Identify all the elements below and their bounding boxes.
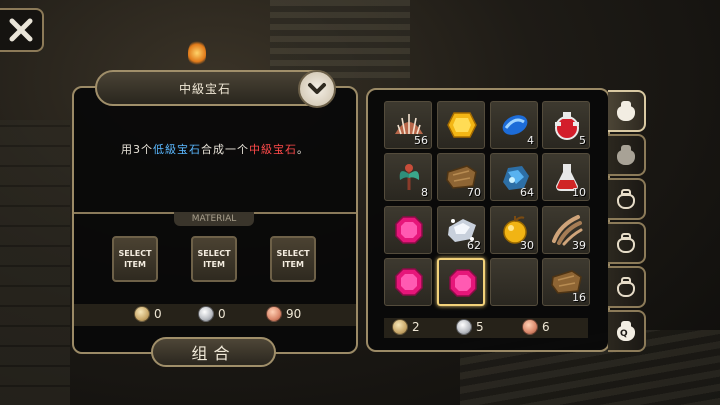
bag-icon <box>614 232 638 254</box>
low-gem-name: 低級宝石 <box>153 143 201 156</box>
recipe-dropdown-button[interactable] <box>298 70 336 108</box>
copper-cost-value: 90 <box>286 307 302 321</box>
inventory-slot-empty[interactable] <box>490 258 538 306</box>
copper-coin-icon <box>266 306 282 322</box>
combine-label: 组合 <box>191 344 236 363</box>
slot-label-line2: ITEM <box>282 260 304 269</box>
recipe-title: 中級宝石 <box>178 81 231 96</box>
item-count: 5 <box>579 134 586 147</box>
item-count: 56 <box>414 134 428 147</box>
close-button[interactable] <box>0 8 44 52</box>
item-count: 64 <box>520 186 534 199</box>
item-count: 10 <box>572 186 586 199</box>
inventory-tab-4[interactable] <box>608 222 646 264</box>
inventory-slot[interactable]: 56 <box>384 101 432 149</box>
bag-icon <box>614 276 638 298</box>
inventory-tab-6[interactable]: Q <box>608 310 646 352</box>
inventory-tab-2[interactable] <box>608 134 646 176</box>
copper-cost: 90 <box>266 306 301 322</box>
slot-label-line2: ITEM <box>124 260 146 269</box>
inventory-slot[interactable]: 16 <box>542 258 590 306</box>
gold-coin-icon <box>134 306 150 322</box>
material-label: MATERIAL <box>174 212 254 226</box>
gold-cost-value: 0 <box>154 307 162 321</box>
inventory-slot[interactable]: 39 <box>542 206 590 254</box>
gold-coin-icon <box>392 319 408 335</box>
item-count: 8 <box>421 186 428 199</box>
item-count: 62 <box>467 239 481 252</box>
recipe-description: 用3个低級宝石合成一个中級宝石。 <box>72 141 358 157</box>
inventory-slot[interactable]: 8 <box>384 153 432 201</box>
inventory-slot[interactable] <box>384 206 432 254</box>
silver-cost-value: 0 <box>218 307 226 321</box>
gold-cost: 0 <box>134 306 162 322</box>
bag-icon <box>614 144 638 166</box>
inventory-gold: 2 <box>392 319 420 335</box>
description-prefix: 用3个 <box>121 143 153 156</box>
pink-gem-icon <box>446 266 480 300</box>
slot-label-line1: SELECT <box>118 249 152 258</box>
inventory-slot[interactable]: 64 <box>490 153 538 201</box>
background-stairs <box>270 0 410 80</box>
item-count: 4 <box>527 134 534 147</box>
torch-flame <box>188 40 206 66</box>
yellow-gem-icon <box>445 108 479 142</box>
description-middle: 合成一个 <box>201 143 249 156</box>
material-slot-3[interactable]: SELECT ITEM <box>270 236 316 282</box>
silver-cost: 0 <box>198 306 226 322</box>
inventory-slot[interactable] <box>437 258 485 306</box>
inventory-silver-value: 5 <box>476 320 484 334</box>
bag-icon <box>614 188 638 210</box>
pink-gem-icon <box>392 265 426 299</box>
slot-label-line1: SELECT <box>276 249 310 258</box>
inventory-slot[interactable] <box>384 258 432 306</box>
silver-coin-icon <box>198 306 214 322</box>
slot-label-line2: ITEM <box>203 260 225 269</box>
material-slot-2[interactable]: SELECT ITEM <box>191 236 237 282</box>
copper-coin-icon <box>522 319 538 335</box>
inventory-slot[interactable]: 70 <box>437 153 485 201</box>
description-suffix: 。 <box>297 143 309 156</box>
inventory-slot[interactable]: 5 <box>542 101 590 149</box>
item-count: 70 <box>467 186 481 199</box>
quest-bag-icon: Q <box>614 320 638 342</box>
inventory-silver: 5 <box>456 319 484 335</box>
material-slot-1[interactable]: SELECT ITEM <box>112 236 158 282</box>
inventory-slot[interactable]: 10 <box>542 153 590 201</box>
inventory-slot[interactable] <box>437 101 485 149</box>
inventory-slot[interactable]: 30 <box>490 206 538 254</box>
item-count: 39 <box>572 239 586 252</box>
bag-icon <box>614 100 638 122</box>
combine-button[interactable]: 组合 <box>151 337 276 367</box>
inventory-tab-1[interactable] <box>608 90 646 132</box>
item-count: 16 <box>572 291 586 304</box>
inventory-tab-3[interactable] <box>608 178 646 220</box>
slot-label-line1: SELECT <box>197 249 231 258</box>
inventory-copper: 6 <box>522 319 550 335</box>
inventory-gold-value: 2 <box>412 320 420 334</box>
background-wall <box>0 120 70 405</box>
pink-gem-icon <box>392 213 426 247</box>
item-count: 30 <box>520 239 534 252</box>
chevron-down-icon <box>308 83 326 94</box>
inventory-slot[interactable]: 4 <box>490 101 538 149</box>
inventory-tab-5[interactable] <box>608 266 646 308</box>
inventory-copper-value: 6 <box>542 320 550 334</box>
close-icon <box>9 18 33 42</box>
mid-gem-name: 中級宝石 <box>249 143 297 156</box>
inventory-slot[interactable]: 62 <box>437 206 485 254</box>
silver-coin-icon <box>456 319 472 335</box>
